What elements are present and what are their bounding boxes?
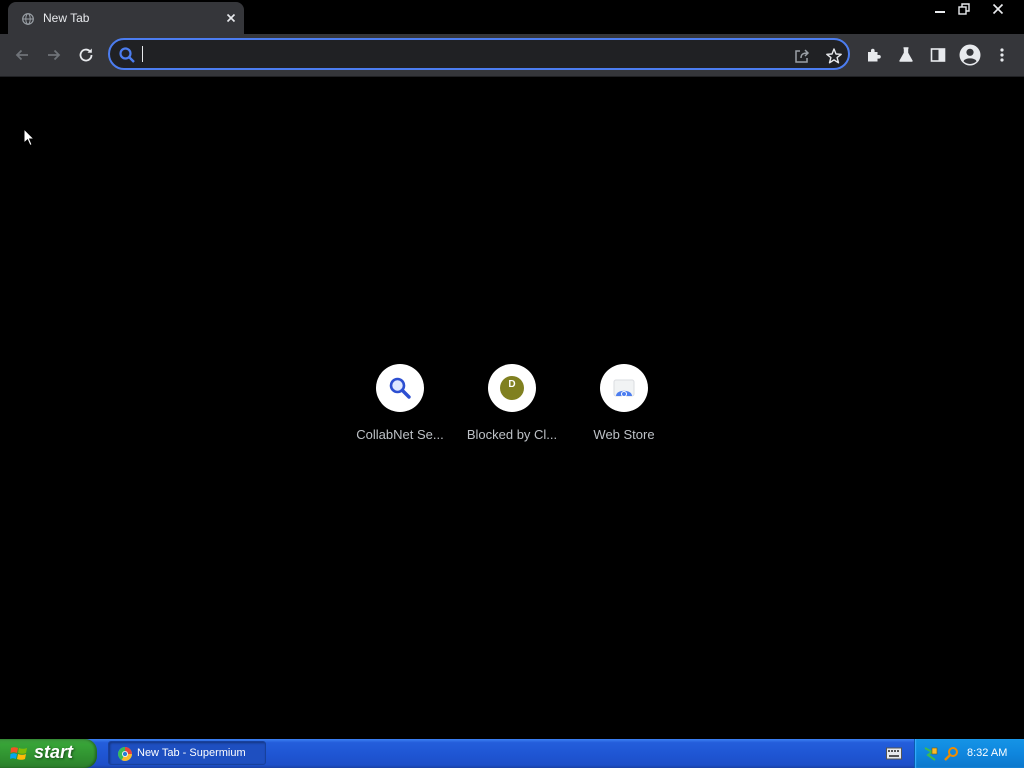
arrow-right-icon — [48, 49, 61, 61]
letter-d-glyph: D — [508, 379, 515, 390]
supermium-browser-icon — [118, 747, 132, 761]
browser-toolbar — [0, 34, 1024, 77]
web-store-icon — [613, 379, 635, 397]
shortcut-tile[interactable]: CollabNet Se... — [344, 364, 456, 454]
shortcut-icon-circle — [600, 364, 648, 412]
start-label: start — [34, 742, 74, 762]
tab-close-icon[interactable] — [224, 11, 238, 25]
mouse-cursor-icon — [23, 127, 36, 152]
address-bar[interactable] — [108, 38, 850, 70]
bookmark-star-icon[interactable] — [824, 46, 844, 66]
shortcut-icon-circle — [376, 364, 424, 412]
network-tray-icon[interactable] — [923, 746, 939, 762]
search-icon — [118, 46, 136, 64]
back-button[interactable] — [9, 42, 35, 68]
close-icon — [992, 3, 1004, 15]
shortcut-label: Web Store — [593, 427, 655, 442]
windows-logo-icon — [10, 747, 27, 760]
shortcut-tile[interactable]: D Blocked by Cl... — [456, 364, 568, 454]
shortcut-label: CollabNet Se... — [356, 427, 444, 442]
shortcuts-grid: CollabNet Se... D Blocked by Cl... Web S… — [344, 364, 680, 454]
minimize-icon — [935, 11, 945, 13]
reload-button[interactable] — [73, 42, 99, 68]
side-panel-button[interactable] — [925, 42, 951, 68]
minimize-button[interactable] — [929, 1, 951, 17]
restore-icon — [958, 3, 970, 15]
search-tray-icon[interactable] — [943, 746, 959, 762]
reload-icon — [79, 48, 93, 62]
address-input[interactable] — [140, 43, 760, 65]
profile-button[interactable] — [957, 42, 983, 68]
profile-avatar-icon — [959, 44, 981, 66]
menu-button[interactable] — [989, 42, 1015, 68]
search-icon — [389, 377, 411, 399]
tab-new-tab[interactable]: New Tab — [8, 2, 244, 34]
flask-icon — [899, 47, 913, 62]
taskbar-window-button[interactable]: New Tab - Supermium — [108, 741, 266, 765]
shortcut-label: Blocked by Cl... — [466, 427, 558, 442]
tab-title: New Tab — [43, 11, 90, 25]
labs-button[interactable] — [893, 42, 919, 68]
system-clock: 8:32 AM — [967, 747, 1008, 759]
more-vertical-icon — [1000, 48, 1004, 62]
shortcut-tile[interactable]: Web Store — [568, 364, 680, 454]
share-icon[interactable] — [792, 46, 812, 66]
globe-icon — [22, 12, 34, 25]
start-button[interactable]: start — [0, 739, 97, 768]
forward-button[interactable] — [41, 42, 67, 68]
close-window-button[interactable] — [987, 1, 1009, 17]
keyboard-icon[interactable] — [886, 747, 902, 760]
text-caret — [142, 46, 143, 62]
system-tray: 8:32 AM — [914, 739, 1024, 768]
taskbar: start New Tab - Supermium 8:32 AM — [0, 739, 1024, 768]
shortcut-icon-circle: D — [488, 364, 536, 412]
restore-button[interactable] — [953, 1, 975, 17]
extensions-button[interactable] — [861, 42, 887, 68]
tab-strip: New Tab — [0, 0, 1024, 34]
letter-d-icon: D — [500, 376, 524, 400]
side-panel-icon — [930, 48, 946, 62]
arrow-left-icon — [15, 49, 28, 61]
puzzle-icon — [868, 48, 881, 62]
taskbar-window-label: New Tab - Supermium — [137, 747, 246, 759]
